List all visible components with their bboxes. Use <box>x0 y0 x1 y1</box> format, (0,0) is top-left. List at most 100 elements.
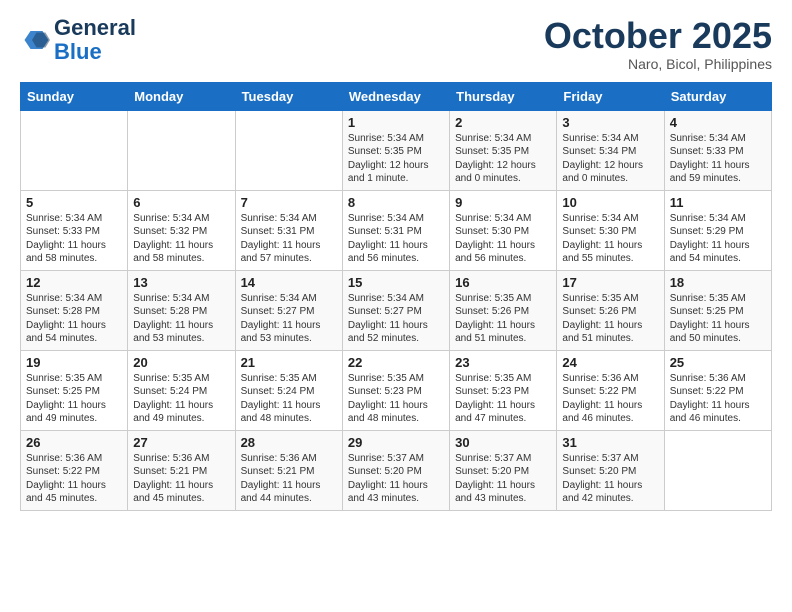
col-header-friday: Friday <box>557 82 664 110</box>
day-number-7: 7 <box>241 195 337 210</box>
calendar-week-2: 5 Sunrise: 5:34 AM Sunset: 5:33 PM Daylig… <box>21 190 772 270</box>
day-info-19: Sunrise: 5:35 AM Sunset: 5:25 PM Dayligh… <box>26 372 122 426</box>
day-cell-13: 13 Sunrise: 5:34 AM Sunset: 5:28 PM Dayli… <box>128 270 235 350</box>
day-number-8: 8 <box>348 195 444 210</box>
day-number-13: 13 <box>133 275 229 290</box>
day-number-27: 27 <box>133 435 229 450</box>
day-info-6: Sunrise: 5:34 AM Sunset: 5:32 PM Dayligh… <box>133 212 229 266</box>
day-cell-29: 29Sunrise: 5:37 AM Sunset: 5:20 PM Dayli… <box>342 430 449 510</box>
day-info-8: Sunrise: 5:34 AM Sunset: 5:31 PM Dayligh… <box>348 212 444 266</box>
day-number-30: 30 <box>455 435 551 450</box>
day-cell-3: 3Sunrise: 5:34 AM Sunset: 5:34 PM Daylig… <box>557 110 664 190</box>
day-number-20: 20 <box>133 355 229 370</box>
calendar-week-3: 12 Sunrise: 5:34 AM Sunset: 5:28 PM Dayli… <box>21 270 772 350</box>
page: General Blue October 2025 Naro, Bicol, P… <box>0 0 792 527</box>
day-number-12: 12 <box>26 275 122 290</box>
day-info-11: Sunrise: 5:34 AM Sunset: 5:29 PM Dayligh… <box>670 212 766 266</box>
day-info-10: Sunrise: 5:34 AM Sunset: 5:30 PM Dayligh… <box>562 212 658 266</box>
day-cell-20: 20 Sunrise: 5:35 AM Sunset: 5:24 PM Dayli… <box>128 350 235 430</box>
day-cell-28: 28 Sunrise: 5:36 AM Sunset: 5:21 PM Dayli… <box>235 430 342 510</box>
day-info-4: Sunrise: 5:34 AM Sunset: 5:33 PM Dayligh… <box>670 132 766 186</box>
day-cell-18: 18 Sunrise: 5:35 AM Sunset: 5:25 PM Dayli… <box>664 270 771 350</box>
col-header-sunday: Sunday <box>21 82 128 110</box>
day-cell-21: 21 Sunrise: 5:35 AM Sunset: 5:24 PM Dayli… <box>235 350 342 430</box>
calendar-week-5: 26Sunrise: 5:36 AM Sunset: 5:22 PM Dayli… <box>21 430 772 510</box>
day-number-25: 25 <box>670 355 766 370</box>
day-cell-1: 1 Sunrise: 5:34 AM Sunset: 5:35 PM Daylig… <box>342 110 449 190</box>
calendar-table: SundayMondayTuesdayWednesdayThursdayFrid… <box>20 82 772 511</box>
day-cell-12: 12 Sunrise: 5:34 AM Sunset: 5:28 PM Dayli… <box>21 270 128 350</box>
day-number-4: 4 <box>670 115 766 130</box>
day-cell-17: 17Sunrise: 5:35 AM Sunset: 5:26 PM Dayli… <box>557 270 664 350</box>
day-cell-22: 22 Sunrise: 5:35 AM Sunset: 5:23 PM Dayli… <box>342 350 449 430</box>
day-info-5: Sunrise: 5:34 AM Sunset: 5:33 PM Dayligh… <box>26 212 122 266</box>
day-number-1: 1 <box>348 115 444 130</box>
day-cell-2: 2 Sunrise: 5:34 AM Sunset: 5:35 PM Daylig… <box>450 110 557 190</box>
day-cell-4: 4 Sunrise: 5:34 AM Sunset: 5:33 PM Daylig… <box>664 110 771 190</box>
location-subtitle: Naro, Bicol, Philippines <box>544 56 772 72</box>
day-number-19: 19 <box>26 355 122 370</box>
day-number-24: 24 <box>562 355 658 370</box>
empty-cell <box>128 110 235 190</box>
day-cell-9: 9Sunrise: 5:34 AM Sunset: 5:30 PM Daylig… <box>450 190 557 270</box>
col-header-monday: Monday <box>128 82 235 110</box>
col-header-saturday: Saturday <box>664 82 771 110</box>
day-cell-8: 8 Sunrise: 5:34 AM Sunset: 5:31 PM Daylig… <box>342 190 449 270</box>
day-info-12: Sunrise: 5:34 AM Sunset: 5:28 PM Dayligh… <box>26 292 122 346</box>
day-info-24: Sunrise: 5:36 AM Sunset: 5:22 PM Dayligh… <box>562 372 658 426</box>
day-number-17: 17 <box>562 275 658 290</box>
day-cell-15: 15Sunrise: 5:34 AM Sunset: 5:27 PM Dayli… <box>342 270 449 350</box>
day-cell-27: 27 Sunrise: 5:36 AM Sunset: 5:21 PM Dayli… <box>128 430 235 510</box>
day-info-25: Sunrise: 5:36 AM Sunset: 5:22 PM Dayligh… <box>670 372 766 426</box>
calendar-week-4: 19 Sunrise: 5:35 AM Sunset: 5:25 PM Dayli… <box>21 350 772 430</box>
day-info-7: Sunrise: 5:34 AM Sunset: 5:31 PM Dayligh… <box>241 212 337 266</box>
col-header-wednesday: Wednesday <box>342 82 449 110</box>
day-number-15: 15 <box>348 275 444 290</box>
day-info-3: Sunrise: 5:34 AM Sunset: 5:34 PM Dayligh… <box>562 132 658 186</box>
day-number-28: 28 <box>241 435 337 450</box>
day-info-30: Sunrise: 5:37 AM Sunset: 5:20 PM Dayligh… <box>455 452 551 506</box>
header: General Blue October 2025 Naro, Bicol, P… <box>20 16 772 72</box>
day-info-18: Sunrise: 5:35 AM Sunset: 5:25 PM Dayligh… <box>670 292 766 346</box>
day-number-21: 21 <box>241 355 337 370</box>
day-number-2: 2 <box>455 115 551 130</box>
day-info-22: Sunrise: 5:35 AM Sunset: 5:23 PM Dayligh… <box>348 372 444 426</box>
logo-line1: General <box>54 15 136 40</box>
day-info-27: Sunrise: 5:36 AM Sunset: 5:21 PM Dayligh… <box>133 452 229 506</box>
day-number-16: 16 <box>455 275 551 290</box>
day-cell-31: 31Sunrise: 5:37 AM Sunset: 5:20 PM Dayli… <box>557 430 664 510</box>
day-info-2: Sunrise: 5:34 AM Sunset: 5:35 PM Dayligh… <box>455 132 551 186</box>
day-cell-30: 30 Sunrise: 5:37 AM Sunset: 5:20 PM Dayli… <box>450 430 557 510</box>
day-cell-6: 6Sunrise: 5:34 AM Sunset: 5:32 PM Daylig… <box>128 190 235 270</box>
day-number-18: 18 <box>670 275 766 290</box>
day-number-22: 22 <box>348 355 444 370</box>
day-cell-10: 10 Sunrise: 5:34 AM Sunset: 5:30 PM Dayli… <box>557 190 664 270</box>
day-info-28: Sunrise: 5:36 AM Sunset: 5:21 PM Dayligh… <box>241 452 337 506</box>
month-title: October 2025 <box>544 16 772 56</box>
day-number-31: 31 <box>562 435 658 450</box>
day-info-26: Sunrise: 5:36 AM Sunset: 5:22 PM Dayligh… <box>26 452 122 506</box>
day-info-13: Sunrise: 5:34 AM Sunset: 5:28 PM Dayligh… <box>133 292 229 346</box>
col-header-thursday: Thursday <box>450 82 557 110</box>
empty-cell <box>21 110 128 190</box>
day-info-21: Sunrise: 5:35 AM Sunset: 5:24 PM Dayligh… <box>241 372 337 426</box>
day-number-9: 9 <box>455 195 551 210</box>
day-number-23: 23 <box>455 355 551 370</box>
col-header-tuesday: Tuesday <box>235 82 342 110</box>
day-number-5: 5 <box>26 195 122 210</box>
day-number-10: 10 <box>562 195 658 210</box>
day-cell-14: 14Sunrise: 5:34 AM Sunset: 5:27 PM Dayli… <box>235 270 342 350</box>
day-info-23: Sunrise: 5:35 AM Sunset: 5:23 PM Dayligh… <box>455 372 551 426</box>
day-cell-11: 11Sunrise: 5:34 AM Sunset: 5:29 PM Dayli… <box>664 190 771 270</box>
day-info-20: Sunrise: 5:35 AM Sunset: 5:24 PM Dayligh… <box>133 372 229 426</box>
day-info-1: Sunrise: 5:34 AM Sunset: 5:35 PM Dayligh… <box>348 132 444 186</box>
empty-cell <box>664 430 771 510</box>
day-cell-26: 26Sunrise: 5:36 AM Sunset: 5:22 PM Dayli… <box>21 430 128 510</box>
logo-icon <box>20 25 50 55</box>
day-cell-16: 16 Sunrise: 5:35 AM Sunset: 5:26 PM Dayli… <box>450 270 557 350</box>
title-block: October 2025 Naro, Bicol, Philippines <box>544 16 772 72</box>
calendar-header-row: SundayMondayTuesdayWednesdayThursdayFrid… <box>21 82 772 110</box>
day-cell-25: 25 Sunrise: 5:36 AM Sunset: 5:22 PM Dayli… <box>664 350 771 430</box>
day-info-16: Sunrise: 5:35 AM Sunset: 5:26 PM Dayligh… <box>455 292 551 346</box>
day-number-14: 14 <box>241 275 337 290</box>
